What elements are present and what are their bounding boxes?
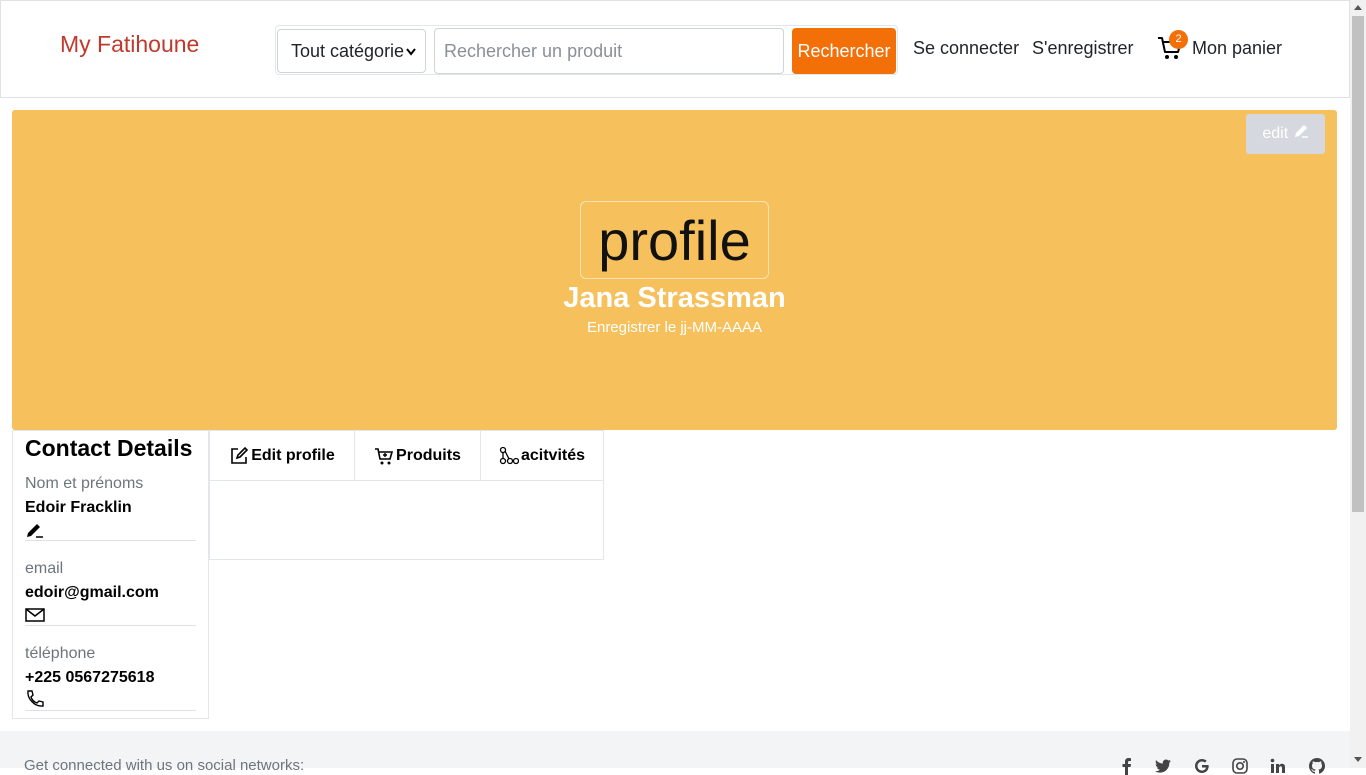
search-input[interactable]: Rechercher un produit — [434, 28, 784, 74]
profile-tabs: Edit profile Produits acitvités — [209, 430, 604, 560]
cart-count-badge: 2 — [1169, 30, 1188, 49]
register-link[interactable]: S'enregistrer — [1032, 38, 1133, 59]
scroll-thumb[interactable] — [1352, 16, 1364, 512]
edit-square-icon — [231, 446, 249, 464]
envelope-icon[interactable] — [25, 606, 45, 624]
email-label: email — [25, 560, 64, 577]
tab-label: acitvités — [520, 446, 586, 464]
profile-banner: edit profile Jana Strassman Enregistrer … — [12, 110, 1337, 430]
tab-edit-profile[interactable]: Edit profile — [210, 431, 355, 481]
name-value: Edoir Fracklin — [25, 499, 132, 516]
google-icon[interactable] — [1193, 757, 1211, 775]
navbar: My Fatihoune Tout catégorie Rechercher u… — [0, 0, 1350, 98]
tab-label: Produits — [396, 446, 461, 464]
divider — [25, 540, 196, 541]
tab-activites[interactable]: acitvités — [481, 431, 604, 481]
edit-banner-label: edit — [1262, 125, 1289, 142]
tab-label: Edit profile — [251, 446, 335, 464]
phone-icon[interactable] — [25, 690, 45, 708]
scroll-down-arrow[interactable] — [1354, 757, 1362, 762]
scroll-up-arrow[interactable] — [1354, 5, 1362, 10]
phone-label: téléphone — [25, 645, 96, 662]
name-label: Nom et prénoms — [25, 475, 144, 492]
phone-value: +225 0567275618 — [25, 669, 155, 686]
twitter-icon[interactable] — [1154, 757, 1172, 775]
divider — [25, 710, 196, 711]
contact-details-title: Contact Details — [25, 435, 193, 461]
category-select[interactable]: Tout catégorie — [277, 29, 426, 73]
chevron-down-icon — [405, 30, 417, 72]
brand-logo[interactable]: My Fatihoune — [60, 31, 199, 58]
cart-link[interactable]: Mon panier — [1192, 38, 1282, 59]
activity-icon — [499, 446, 519, 464]
footer-social-text: Get connected with us on social networks… — [24, 757, 305, 774]
facebook-icon[interactable] — [1118, 757, 1136, 775]
search-group: Tout catégorie Rechercher un produit Rec… — [275, 25, 898, 75]
footer: Get connected with us on social networks… — [0, 731, 1350, 775]
email-value: edoir@gmail.com — [25, 584, 159, 601]
profile-name: Jana Strassman — [563, 282, 786, 314]
pencil-icon — [1294, 125, 1308, 138]
github-icon[interactable] — [1308, 757, 1326, 775]
divider — [25, 625, 196, 626]
linkedin-icon[interactable] — [1269, 757, 1287, 775]
login-link[interactable]: Se connecter — [913, 38, 1019, 59]
page-scrollbar[interactable] — [1350, 0, 1366, 768]
tab-produits[interactable]: Produits — [355, 431, 481, 481]
edit-banner-button[interactable]: edit — [1246, 114, 1325, 154]
pencil-icon[interactable] — [25, 521, 45, 539]
contact-details-card: Contact Details Nom et prénoms Edoir Fra… — [12, 430, 209, 719]
category-select-value: Tout catégorie — [291, 41, 405, 61]
registration-date: Enregistrer le jj-MM-AAAA — [586, 319, 763, 336]
cart-plus-icon — [375, 447, 394, 464]
profile-image: profile — [580, 201, 769, 279]
instagram-icon[interactable] — [1231, 757, 1249, 775]
search-button[interactable]: Rechercher — [792, 28, 896, 74]
